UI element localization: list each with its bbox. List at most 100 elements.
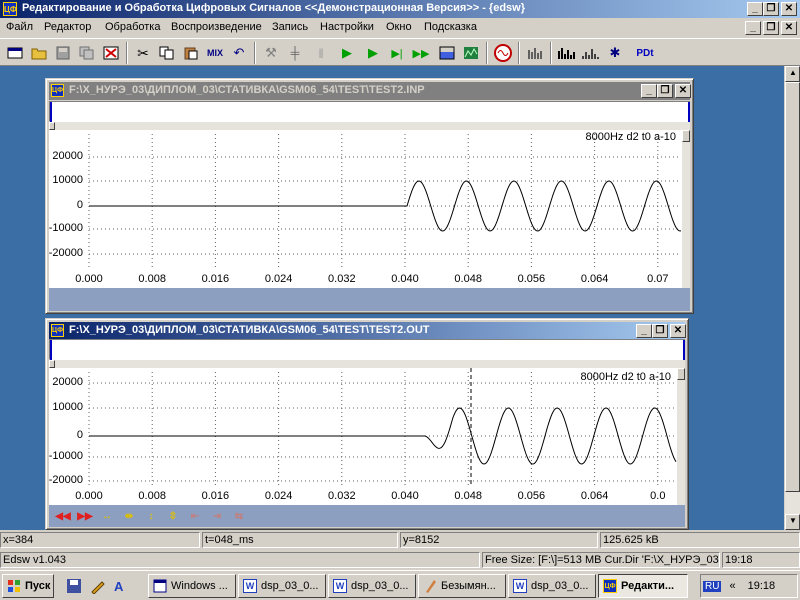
menu-window[interactable]: Окно <box>386 21 412 33</box>
equalizer-icon[interactable] <box>524 42 546 64</box>
play-from-cursor-icon[interactable]: ▶▶ <box>410 42 432 64</box>
expand-v-icon[interactable]: ↕ <box>141 507 161 525</box>
overview-strip[interactable] <box>49 339 685 360</box>
play-to-end-icon[interactable]: ▶| <box>386 42 408 64</box>
play-icon[interactable]: ▶ <box>336 42 358 64</box>
language-indicator[interactable]: RU <box>703 580 722 592</box>
shift-left-icon[interactable]: ⇤ <box>185 507 205 525</box>
signal-window-output-title-bar[interactable]: ЦФ F:\Х_НУРЭ_03\ДИПЛОМ_03\СТАТИВКА\GSM06… <box>49 322 686 340</box>
x-tick-label: 0.008 <box>138 273 166 285</box>
tray-expand-chevron[interactable]: « <box>729 580 735 592</box>
window-maximize-button[interactable]: ❐ <box>657 84 673 98</box>
pause-icon[interactable]: ‖ <box>310 42 332 64</box>
horizontal-scroll-thumb[interactable] <box>49 360 55 368</box>
fast-forward-icon[interactable]: ▶▶ <box>75 507 95 525</box>
workspace-vertical-scrollbar[interactable]: ▲ ▼ <box>784 66 800 530</box>
reset-icon[interactable]: ⇆ <box>229 507 249 525</box>
horizontal-scrollbar[interactable] <box>49 360 685 368</box>
menu-record[interactable]: Запись <box>272 21 308 33</box>
tool-icon[interactable]: ⚒ <box>260 42 282 64</box>
window-close-button[interactable]: ✕ <box>675 84 691 98</box>
mixer-icon[interactable]: ╪ <box>284 42 306 64</box>
cut-icon[interactable]: ✂ <box>132 42 154 64</box>
start-button[interactable]: Пуск <box>2 574 54 598</box>
mdi-minimize-button[interactable]: _ <box>745 21 761 35</box>
app-icon[interactable]: ЦФ <box>3 2 17 16</box>
overview-start-marker[interactable] <box>50 340 52 360</box>
rewind-icon[interactable]: ◀◀ <box>53 507 73 525</box>
mdi-restore-button[interactable]: ❐ <box>763 21 779 35</box>
window-title: F:\Х_НУРЭ_03\ДИПЛОМ_03\СТАТИВКА\GSM06_54… <box>69 84 425 96</box>
status-clock: 19:18 <box>722 552 800 568</box>
close-button[interactable]: ✕ <box>781 2 797 16</box>
signal-window-output[interactable]: ЦФ F:\Х_НУРЭ_03\ДИПЛОМ_03\СТАТИВКА\GSM06… <box>45 318 689 530</box>
undo-icon[interactable]: ↶ <box>228 42 250 64</box>
generator-icon[interactable] <box>492 42 514 64</box>
plot-vertical-scrollbar[interactable] <box>682 130 690 288</box>
window-close-button[interactable]: ✕ <box>670 324 686 338</box>
menu-file[interactable]: Файл <box>6 21 33 33</box>
restore-button[interactable]: ❐ <box>763 2 779 16</box>
overview-strip[interactable] <box>49 101 690 122</box>
quick-launch-save-icon[interactable] <box>64 574 84 598</box>
save-icon[interactable] <box>52 42 74 64</box>
select-icon[interactable] <box>436 42 458 64</box>
window-bottom-bar <box>49 288 690 311</box>
mix-icon[interactable]: MIX <box>204 42 226 64</box>
open-icon[interactable] <box>28 42 50 64</box>
overview-end-marker[interactable] <box>688 102 690 122</box>
window-minimize-button[interactable]: _ <box>636 324 652 338</box>
horizontal-scroll-thumb[interactable] <box>49 122 55 130</box>
menu-settings[interactable]: Настройки <box>320 21 374 33</box>
play-selection-icon[interactable]: ▶ <box>362 42 384 64</box>
app-title-bar[interactable]: ЦФ Редактирование и Обработка Цифровых С… <box>0 0 800 18</box>
star-icon[interactable]: ✱ <box>604 42 626 64</box>
paste-icon[interactable] <box>180 42 202 64</box>
overview-start-marker[interactable] <box>50 102 52 122</box>
fit-v-icon[interactable]: ⇳ <box>163 507 183 525</box>
menu-playback[interactable]: Воспроизведение <box>171 21 262 33</box>
waveform-plot[interactable]: 8000Hz d2 t0 a-10 20000 10000 0 -10000 -2000… <box>49 130 690 288</box>
spectrum-icon[interactable] <box>460 42 482 64</box>
quick-launch-a-icon[interactable]: A <box>112 574 132 598</box>
taskbar-item-windows[interactable]: Windows ... <box>148 574 236 598</box>
window-icon[interactable]: ЦФ <box>51 324 64 337</box>
shift-right-icon[interactable]: ⇥ <box>207 507 227 525</box>
menu-editor[interactable]: Редактор <box>44 21 91 33</box>
copy-icon[interactable] <box>156 42 178 64</box>
overview-end-marker[interactable] <box>683 340 685 360</box>
fit-h-icon[interactable]: ⇹ <box>119 507 139 525</box>
signal-window-input-title-bar[interactable]: ЦФ F:\Х_НУРЭ_03\ДИПЛОМ_03\СТАТИВКА\GSM06… <box>49 82 691 100</box>
mdi-close-button[interactable]: ✕ <box>781 21 797 35</box>
waveform-plot[interactable]: 8000Hz d2 t0 a-10 20000 10000 0 -10000 -2000… <box>49 368 685 505</box>
waveform-icon[interactable] <box>580 42 602 64</box>
scroll-thumb[interactable] <box>785 82 800 492</box>
taskbar-item-paint[interactable]: Безымян... <box>418 574 506 598</box>
histogram-icon[interactable] <box>556 42 578 64</box>
taskbar-item-word-2[interactable]: Wdsp_03_0... <box>328 574 416 598</box>
menu-help[interactable]: Подсказка <box>424 21 477 33</box>
plot-scroll-thumb[interactable] <box>677 368 685 380</box>
window-icon[interactable]: ЦФ <box>51 84 64 97</box>
copy-file-icon[interactable] <box>76 42 98 64</box>
window-maximize-button[interactable]: ❐ <box>652 324 668 338</box>
menu-processing[interactable]: Обработка <box>105 21 160 33</box>
plot-scroll-thumb[interactable] <box>682 130 690 142</box>
minimize-button[interactable]: _ <box>747 2 763 16</box>
expand-h-icon[interactable]: ↔ <box>97 507 117 525</box>
horizontal-scrollbar[interactable] <box>49 122 690 130</box>
scroll-down-button[interactable]: ▼ <box>785 514 800 530</box>
status-bar-cursor: x=384 t=048_ms y=8152 125.625 kB <box>0 530 800 550</box>
plot-vertical-scrollbar[interactable] <box>677 368 685 505</box>
delete-icon[interactable] <box>100 42 122 64</box>
scroll-up-button[interactable]: ▲ <box>785 66 800 82</box>
taskbar-item-word-3[interactable]: Wdsp_03_0... <box>508 574 596 598</box>
quick-launch-pencil-icon[interactable] <box>88 574 108 598</box>
new-icon[interactable] <box>4 42 26 64</box>
taskbar-item-word-1[interactable]: Wdsp_03_0... <box>238 574 326 598</box>
pd-icon[interactable]: PDt <box>634 42 656 64</box>
signal-info: 8000Hz d2 t0 a-10 <box>585 131 676 143</box>
signal-window-input[interactable]: ЦФ F:\Х_НУРЭ_03\ДИПЛОМ_03\СТАТИВКА\GSM06… <box>45 78 694 314</box>
taskbar-item-edsw[interactable]: ЦФ Редакти... <box>598 574 688 598</box>
window-minimize-button[interactable]: _ <box>641 84 657 98</box>
